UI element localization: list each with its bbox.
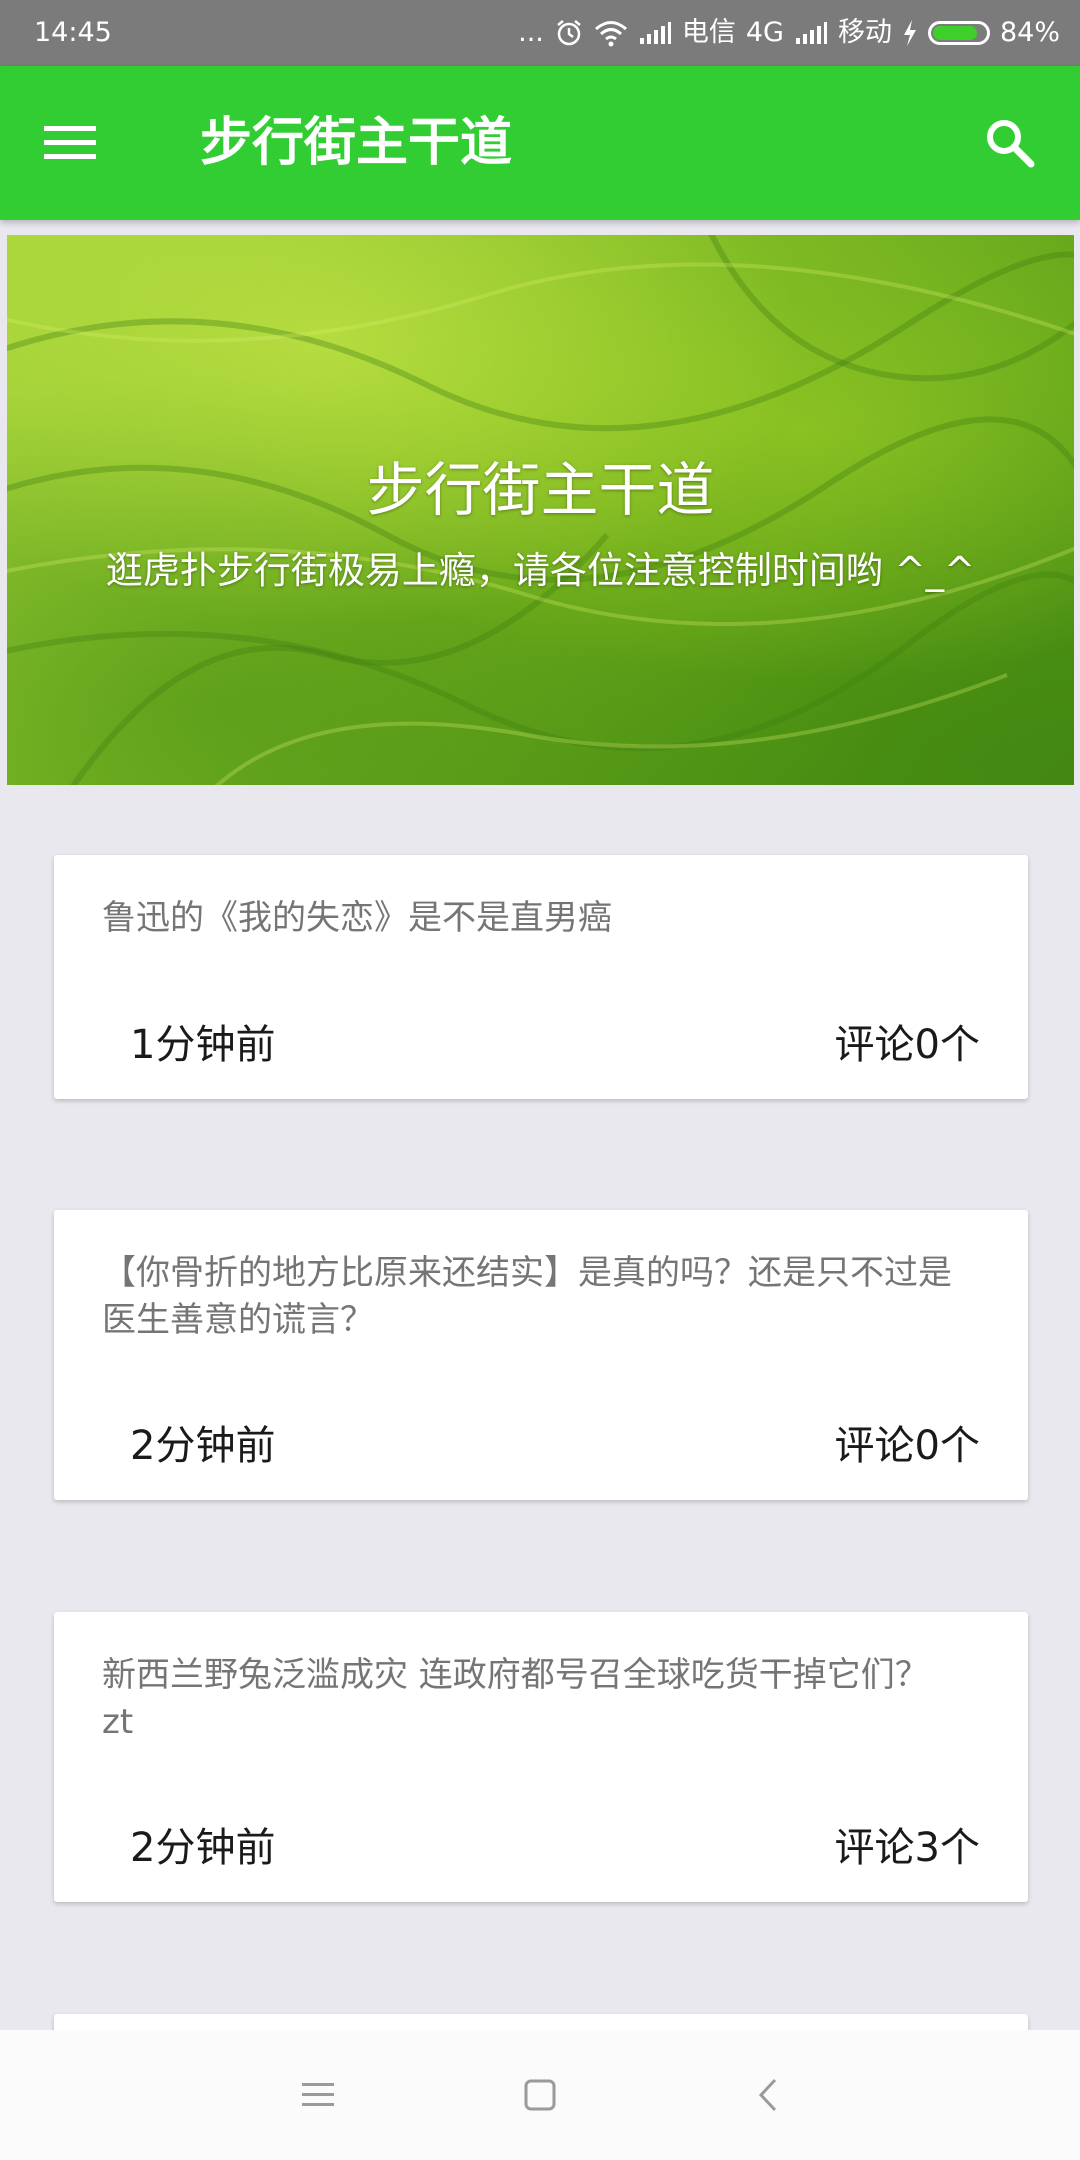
post-time: 1分钟前 (130, 1022, 276, 1068)
post-time: 2分钟前 (130, 1423, 276, 1469)
post-comment-count: 评论0个 (834, 1022, 980, 1068)
home-button[interactable] (510, 2065, 570, 2125)
more-notifications-dots: ... (518, 17, 544, 48)
post-time: 2分钟前 (130, 1825, 276, 1871)
post-card[interactable]: 新西兰野兔泛滥成灾 连政府都号召全球吃货干掉它们？zt 2分钟前 评论3个 (54, 1612, 1028, 1902)
post-card[interactable]: 鲁迅的《我的失恋》是不是直男癌 1分钟前 评论0个 (54, 855, 1028, 1099)
status-bar: 14:45 ... 电信 4G 移动 84% (0, 0, 1080, 66)
post-title: 鲁迅的《我的失恋》是不是直男癌 (102, 898, 612, 938)
status-icons: ... 电信 4G 移动 84% (508, 0, 1060, 66)
signal-icon (795, 22, 827, 44)
back-button[interactable] (738, 2065, 798, 2125)
post-comment-count: 评论3个 (834, 1825, 980, 1871)
wifi-icon (594, 21, 627, 47)
hamburger-menu-icon (44, 126, 96, 159)
battery-percent: 84% (999, 17, 1060, 48)
battery-icon (927, 21, 990, 45)
app-bar: 步行街主干道 (0, 66, 1080, 220)
banner-title: 步行街主干道 (366, 456, 715, 524)
header-banner: 步行街主干道 逛虎扑步行街极易上瘾，请各位注意控制时间哟 ^_^ (7, 235, 1074, 785)
charging-bolt-icon (903, 20, 916, 46)
recents-button[interactable] (288, 2065, 348, 2125)
carrier-label-1: 电信 (681, 17, 736, 48)
battery-level-fill (932, 26, 977, 40)
post-title: 新西兰野兔泛滥成灾 连政府都号召全球吃货干掉它们？zt (102, 1655, 929, 1742)
menu-button[interactable] (30, 112, 110, 174)
search-icon (987, 120, 1035, 168)
post-title: 【你骨折的地方比原来还结实】是真的吗？还是只不过是医生善意的谎言？ (102, 1253, 952, 1340)
system-navigation-bar (0, 2030, 1080, 2160)
banner-subtitle: 逛虎扑步行街极易上瘾，请各位注意控制时间哟 ^_^ (105, 549, 976, 592)
signal-icon (639, 22, 671, 44)
back-icon (758, 2078, 777, 2112)
recents-icon (302, 2083, 334, 2106)
status-time: 14:45 (34, 17, 112, 48)
home-icon (524, 2079, 556, 2111)
post-card[interactable]: 【你骨折的地方比原来还结实】是真的吗？还是只不过是医生善意的谎言？ 2分钟前 评… (54, 1210, 1028, 1500)
app-title: 步行街主干道 (200, 113, 513, 173)
alarm-icon (557, 20, 581, 46)
network-type-label: 4G (745, 17, 784, 48)
search-button[interactable] (970, 112, 1050, 174)
carrier-label-2: 移动 (837, 17, 892, 48)
post-comment-count: 评论0个 (834, 1423, 980, 1469)
